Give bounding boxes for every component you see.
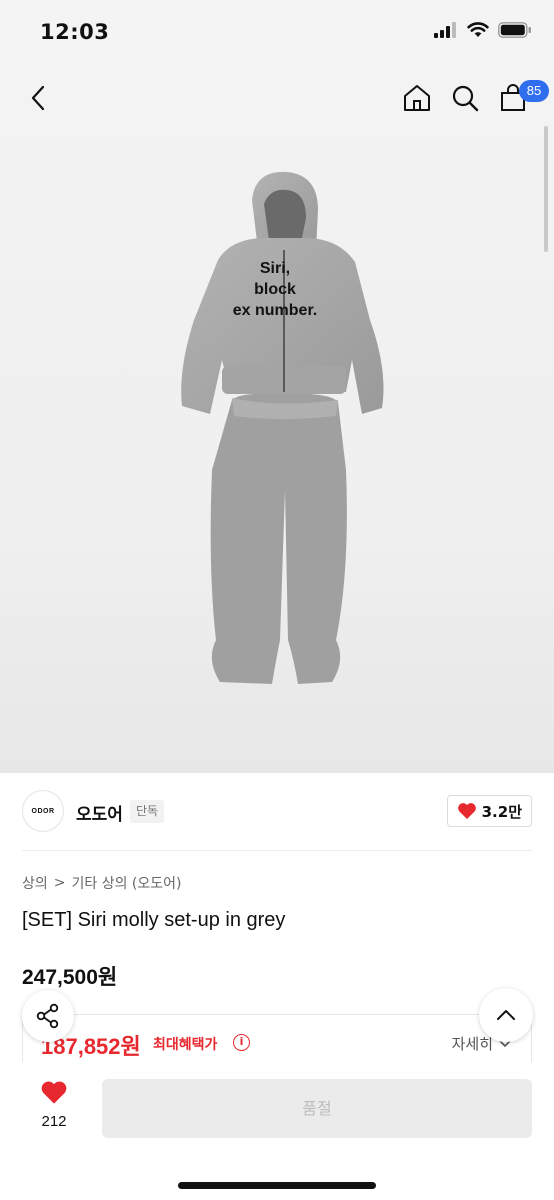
back-button[interactable]: [16, 76, 60, 120]
wish-button[interactable]: 212: [24, 1080, 84, 1130]
product-photo: [181, 171, 384, 684]
print-line: Siri,: [259, 260, 291, 277]
image-scrollbar[interactable]: [544, 126, 548, 252]
heart-icon: [457, 803, 476, 819]
shop-like-button[interactable]: 3.2만: [446, 795, 532, 827]
status-time: 12:03: [40, 20, 110, 44]
home-button[interactable]: [395, 76, 439, 120]
cart-count-badge: 85: [519, 80, 549, 102]
home-indicator: [178, 1182, 376, 1189]
print-line: ex number.: [232, 302, 318, 319]
cart-button[interactable]: 85: [491, 76, 549, 120]
battery-icon: [498, 22, 531, 38]
chevron-left-icon: [31, 85, 45, 111]
breadcrumb: 상의 > 기타 상의 (오도어): [22, 873, 181, 893]
shop-logo[interactable]: ODOR: [22, 790, 64, 832]
info-icon[interactable]: i: [233, 1034, 250, 1051]
product-price: 247,500원: [22, 966, 118, 989]
exclusive-badge: 단독: [130, 800, 165, 823]
cellular-signal-icon: [434, 22, 456, 38]
detail-label: 자세히: [451, 1035, 493, 1053]
breadcrumb-separator: >: [53, 875, 66, 891]
product-image-area[interactable]: 12:03 85 Siri, block ex number.: [0, 0, 554, 773]
chevron-up-icon: [497, 1010, 515, 1020]
share-icon: [36, 1003, 59, 1029]
search-button[interactable]: [443, 76, 487, 120]
bottom-action-bar: 212 품절: [0, 1062, 554, 1200]
status-bar: 12:03: [0, 0, 554, 66]
status-icons: [434, 22, 532, 38]
shop-like-count: 3.2만: [481, 802, 522, 821]
scroll-top-button[interactable]: [479, 988, 533, 1042]
garment-print-text: Siri, block ex number.: [205, 258, 345, 321]
top-nav: 85: [0, 76, 554, 124]
divider: [22, 850, 532, 851]
print-line: block: [254, 281, 296, 298]
home-icon: [404, 85, 430, 111]
share-button[interactable]: [22, 990, 74, 1042]
sold-out-button[interactable]: 품절: [102, 1079, 532, 1138]
search-icon: [452, 85, 479, 112]
heart-icon: [41, 1081, 67, 1104]
wifi-icon: [467, 22, 489, 37]
product-title: [SET] Siri molly set-up in grey: [22, 909, 286, 931]
shop-name[interactable]: 오도어: [76, 800, 123, 825]
wish-count: 212: [41, 1113, 67, 1130]
breadcrumb-item[interactable]: 상의: [22, 873, 48, 893]
breadcrumb-item[interactable]: 기타 상의 (오도어): [72, 873, 182, 893]
max-benefit-label: 최대혜택가: [153, 1037, 218, 1053]
shop-row[interactable]: ODOR 오도어 단독 3.2만: [22, 790, 532, 834]
